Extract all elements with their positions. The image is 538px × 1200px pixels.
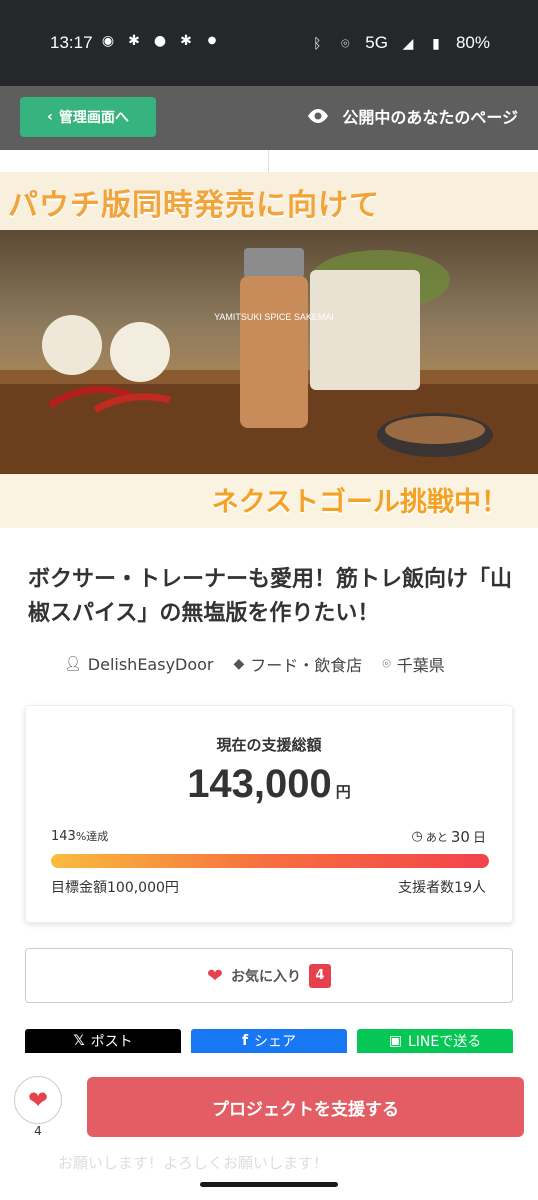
share-line-label: LINEで送る xyxy=(407,1034,482,1050)
funding-card: 現在の支援総額 143,000 円 143%達成 ◷ あと 30 日 目標金額10… xyxy=(25,705,513,923)
public-page-link[interactable]: 公開中のあなたのページ xyxy=(306,104,518,128)
obscured-body-text: お願いします！よろしくお願いします！ xyxy=(58,1154,329,1172)
map-pin-icon: ⌾ xyxy=(382,656,391,672)
clock-icon: ◷ xyxy=(411,829,423,844)
days-remaining: ◷ あと 30 日 xyxy=(411,827,486,847)
page-header: ‹ 管理画面へ 公開中のあなたのページ xyxy=(0,86,538,150)
share-line-button[interactable]: ▣ LINEで送る xyxy=(357,1029,513,1053)
status-time: 13:17 xyxy=(50,33,93,52)
chat-bubble-icon: ● xyxy=(153,33,167,49)
share-x-button[interactable]: 𝕏 ポスト xyxy=(25,1029,181,1053)
like-button[interactable]: ❤ xyxy=(14,1076,62,1124)
days-value: 30 xyxy=(450,827,470,846)
system-status: ᛒ ⌾ 5G ◢ ▮ 80% xyxy=(309,33,490,53)
goal-amount: 目標金額100,000円 xyxy=(51,880,179,896)
location-name: 千葉県 xyxy=(396,656,445,675)
line-icon: ▣ xyxy=(388,1033,402,1049)
days-suffix: 日 xyxy=(472,831,486,846)
battery-icon: ▮ xyxy=(432,35,440,51)
support-project-button[interactable]: プロジェクトを支援する xyxy=(87,1077,524,1137)
tab-strip xyxy=(0,150,538,172)
admin-button[interactable]: ‹ 管理画面へ xyxy=(20,97,156,137)
favorite-button[interactable]: ❤ お気に入り 4 xyxy=(25,948,513,1003)
project-title: ボクサー・トレーナーも愛用！筋トレ飯向け「山椒スパイス」の無塩版を作りたい！ xyxy=(28,567,513,626)
owner-name: DelishEasyDoor xyxy=(87,654,214,674)
hero-caption-bottom: ネクストゴール挑戦中！ xyxy=(211,487,508,518)
hero-caption-top: パウチ版同時発売に向けて xyxy=(8,188,380,223)
backer-count: 支援者数19人 xyxy=(398,880,486,896)
heart-icon: ❤ xyxy=(207,964,223,987)
admin-button-label: 管理画面へ xyxy=(58,110,129,126)
progress-fill xyxy=(51,854,489,868)
signal-icon: ◢ xyxy=(402,35,414,51)
owner-link[interactable]: 👤︎ DelishEasyDoor xyxy=(64,655,214,674)
achievement-percent: 143 xyxy=(51,829,76,844)
facebook-icon: f xyxy=(241,1033,249,1049)
eye-icon xyxy=(308,109,329,123)
achievement-suffix: %達成 xyxy=(75,830,109,843)
share-facebook-label: シェア xyxy=(254,1034,297,1050)
jar-label: YAMITSUKI SPICE SAKEMAI xyxy=(214,312,334,322)
public-page-label: 公開中のあなたのページ xyxy=(342,108,518,127)
spice-jar-illustration: YAMITSUKI SPICE SAKEMAI xyxy=(0,248,538,474)
favorite-count: 4 xyxy=(308,963,331,988)
hero-image: YAMITSUKI SPICE SAKEMAI パウチ版同時発売に向けて ネクス… xyxy=(0,172,538,528)
funding-label: 現在の支援総額 xyxy=(216,736,322,754)
achievement-rate: 143%達成 xyxy=(51,828,108,844)
project-meta: 👤︎ DelishEasyDoor ◆ フード・飲食店 ⌾ 千葉県 xyxy=(64,652,445,676)
location-icon: ⌾ xyxy=(341,35,350,51)
funding-amount-value: 143,000 xyxy=(187,762,332,806)
x-logo-icon: 𝕏 xyxy=(73,1033,85,1049)
home-indicator[interactable] xyxy=(200,1182,338,1187)
category-name: フード・飲食店 xyxy=(250,656,363,675)
tab-divider xyxy=(268,150,269,172)
network-label: 5G xyxy=(365,33,388,52)
progress-bar xyxy=(51,854,489,868)
category-link[interactable]: ◆ フード・飲食店 xyxy=(234,652,363,676)
like-count: 4 xyxy=(34,1124,42,1138)
days-prefix: あと xyxy=(425,830,448,844)
user-icon: 👤︎ xyxy=(64,656,82,672)
status-bar: 13:17 ◉ ✱ ● ✱ ● ᛒ ⌾ 5G ◢ ▮ 80% xyxy=(0,0,538,86)
bluetooth-icon: ᛒ xyxy=(313,35,322,51)
funding-amount: 143,000 円 xyxy=(26,762,512,807)
funding-amount-unit: 円 xyxy=(335,783,351,801)
share-facebook-button[interactable]: f シェア xyxy=(191,1029,347,1053)
slack-icon: ✱ xyxy=(180,33,192,49)
share-x-label: ポスト xyxy=(90,1034,133,1050)
product-photo: YAMITSUKI SPICE SAKEMAI xyxy=(0,230,538,474)
battery-level: 80% xyxy=(455,33,490,52)
more-notifications-icon: ● xyxy=(207,35,217,46)
discord-icon: ◉ xyxy=(101,33,115,49)
slack-icon: ✱ xyxy=(128,33,140,49)
heart-icon: ❤ xyxy=(27,1086,49,1114)
favorite-label: お気に入り xyxy=(230,968,301,985)
tag-icon: ◆ xyxy=(233,656,245,672)
notification-icons: ◉ ✱ ● ✱ ● xyxy=(100,33,220,49)
chevron-left-icon: ‹ xyxy=(47,109,53,125)
location-link[interactable]: ⌾ 千葉県 xyxy=(382,652,444,676)
